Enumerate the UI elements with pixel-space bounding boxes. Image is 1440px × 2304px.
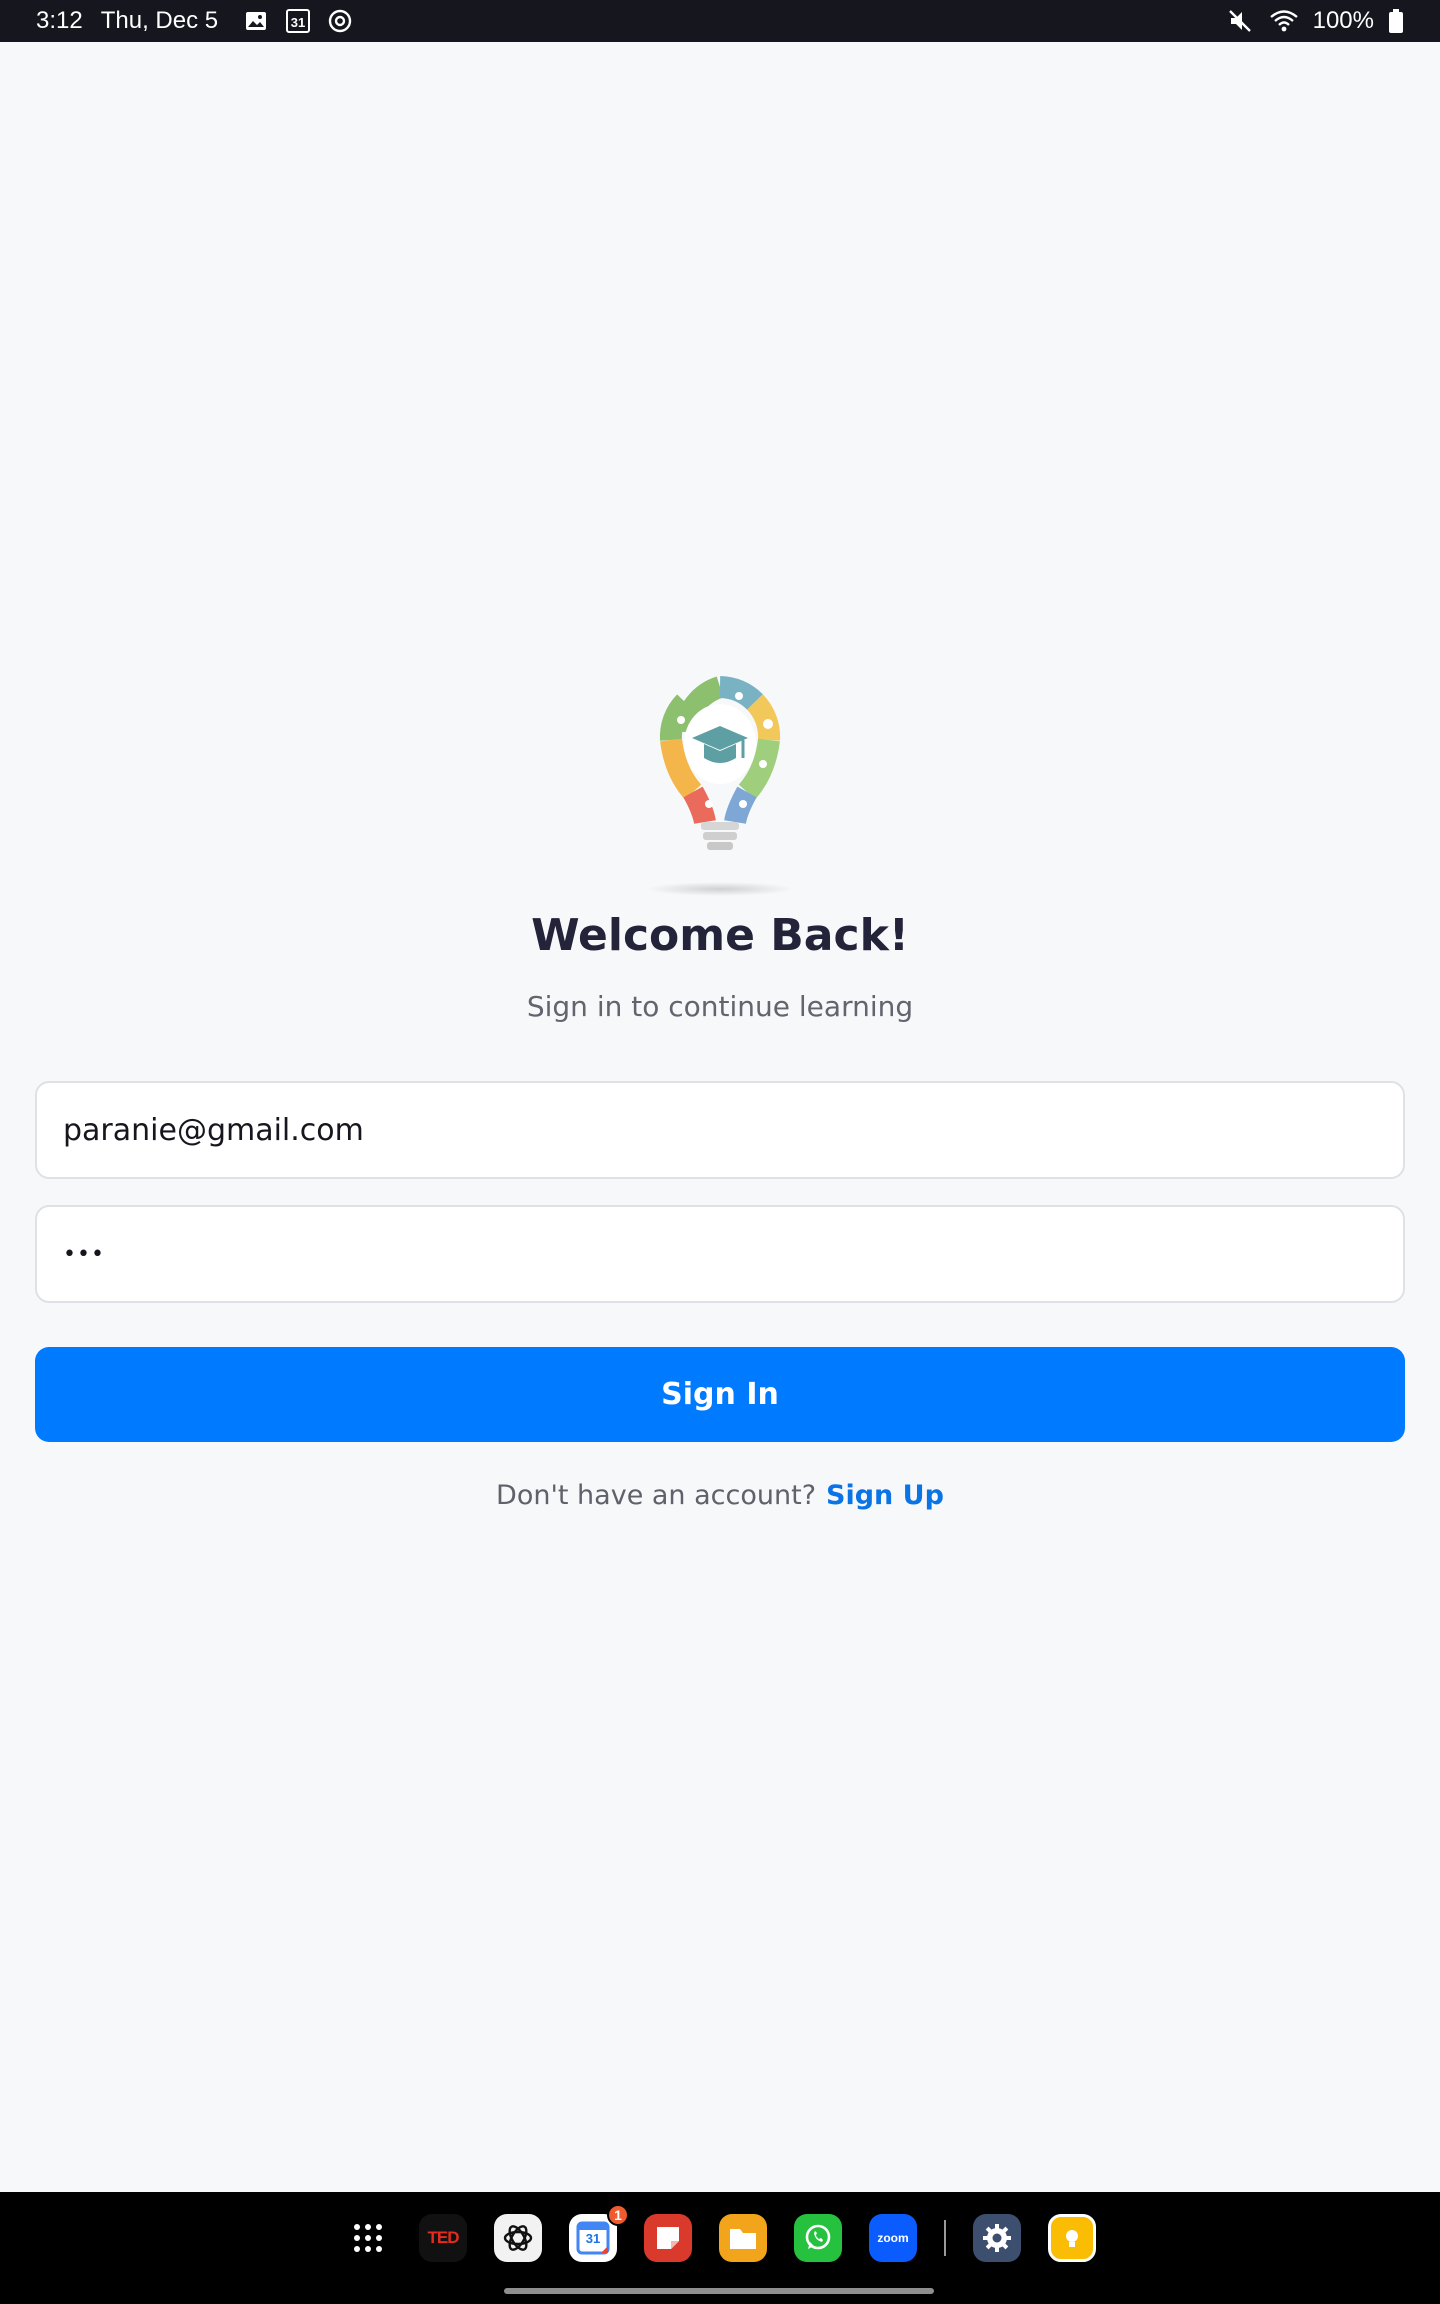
- chatgpt-icon[interactable]: [494, 2214, 542, 2262]
- email-value: paranie@gmail.com: [63, 1112, 364, 1148]
- page-subtitle: Sign in to continue learning: [526, 990, 914, 1023]
- logo-shadow: [645, 882, 795, 896]
- taskbar-dock: TED 31 1 zoom: [0, 2192, 1440, 2304]
- password-value: •••: [63, 1241, 105, 1267]
- app-drawer-icon[interactable]: [344, 2214, 392, 2262]
- ted-icon[interactable]: TED: [419, 2214, 467, 2262]
- zoom-icon[interactable]: zoom: [869, 2214, 917, 2262]
- status-bar-right: 100%: [1225, 7, 1404, 35]
- image-icon: [242, 7, 270, 35]
- password-field[interactable]: •••: [35, 1205, 1405, 1303]
- home-indicator[interactable]: [504, 2288, 934, 2294]
- sync-icon: [326, 7, 354, 35]
- calendar-icon: 31: [284, 7, 312, 35]
- mute-icon: [1225, 7, 1255, 35]
- sign-in-label: Sign In: [661, 1377, 779, 1412]
- ted-label: TED: [427, 2228, 460, 2247]
- lightbulb-graduation-cap-logo: [635, 672, 805, 902]
- notification-badge: 1: [607, 2204, 629, 2226]
- settings-icon[interactable]: [973, 2214, 1021, 2262]
- svg-text:31: 31: [291, 15, 305, 30]
- files-app-icon[interactable]: [719, 2214, 767, 2262]
- email-field[interactable]: paranie@gmail.com: [35, 1081, 1405, 1179]
- status-bar-left: 3:12 Thu, Dec 5 31: [36, 7, 354, 35]
- dock-divider: [944, 2220, 946, 2256]
- login-screen: Welcome Back! Sign in to continue learni…: [0, 42, 1440, 2192]
- notes-app-icon[interactable]: [644, 2214, 692, 2262]
- battery-icon: [1388, 7, 1404, 35]
- keep-icon[interactable]: [1048, 2214, 1096, 2262]
- zoom-label: zoom: [877, 2231, 909, 2245]
- page-title: Welcome Back!: [531, 910, 909, 961]
- status-time: 3:12: [36, 7, 83, 34]
- signup-prompt: Don't have an account?: [496, 1480, 817, 1511]
- signup-row: Don't have an account? Sign Up: [0, 1480, 1440, 1511]
- status-bar: 3:12 Thu, Dec 5 31 100%: [0, 0, 1440, 42]
- sign-up-link[interactable]: Sign Up: [826, 1480, 944, 1511]
- wifi-icon: [1269, 7, 1299, 35]
- sign-in-button[interactable]: Sign In: [35, 1347, 1405, 1442]
- whatsapp-icon[interactable]: [794, 2214, 842, 2262]
- calendar-app-icon[interactable]: 31 1: [569, 2204, 629, 2262]
- status-date: Thu, Dec 5: [100, 7, 219, 34]
- battery-percent: 100%: [1312, 7, 1374, 34]
- calendar-app-label: 31: [585, 2231, 601, 2246]
- dock-apps: TED 31 1 zoom: [0, 2204, 1440, 2264]
